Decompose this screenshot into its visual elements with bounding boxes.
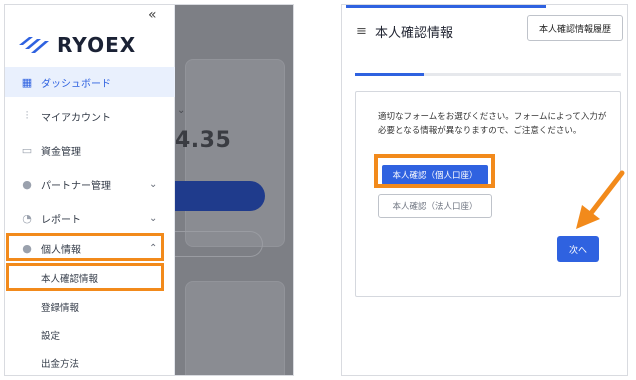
pie-chart-icon: ◔ [22, 211, 32, 225]
logo-wordmark: RYOEX [57, 33, 137, 57]
menu-icon[interactable]: ≡ [356, 24, 367, 39]
highlight-identity-verification [6, 263, 164, 291]
chevron-down-icon: ⌄ [149, 212, 158, 224]
sidebar-item-my-account[interactable]: ⫶ マイアカウント [5, 101, 175, 131]
sidebar-item-reports[interactable]: ◔ レポート ⌄ [5, 203, 175, 233]
background-pill [175, 231, 263, 257]
highlight-individual-account [374, 154, 495, 188]
wallet-icon: ▭ [21, 143, 33, 157]
step-progress-bar [355, 73, 621, 76]
background-card [185, 59, 285, 247]
sidebar-item-label: レポート [41, 214, 81, 226]
sidebar-item-label: パートナー管理 [41, 180, 111, 192]
sidebar-item-label: 資金管理 [41, 146, 81, 158]
left-screenshot: ⌄ 4.35 « RYOEX ▦ ダッシュボード ⫶ マイアカウント ▭ 資金管… [4, 4, 294, 376]
dashboard-icon: ▦ [21, 75, 33, 89]
step-progress-fill [355, 73, 425, 76]
logo-mark-icon [19, 37, 49, 53]
sidebar-item-dashboard[interactable]: ▦ ダッシュボード [5, 67, 175, 97]
sidebar-item-label: マイアカウント [41, 112, 111, 124]
history-button[interactable]: 本人確認情報履歴 [527, 15, 623, 41]
top-accent-line [346, 5, 546, 8]
highlight-personal-info [6, 233, 164, 261]
sidebar-item-label: ダッシュボード [41, 78, 111, 90]
subitem-withdrawal-method[interactable]: 出金方法 [41, 356, 79, 370]
partners-icon: ● [22, 177, 32, 191]
sidebar-item-partners[interactable]: ● パートナー管理 ⌄ [5, 169, 175, 199]
balance-amount: 4.35 [175, 128, 232, 153]
corporate-account-button[interactable]: 本人確認（法人口座） [378, 194, 492, 218]
dimmed-main-content: ⌄ 4.35 [175, 5, 293, 375]
background-card-2 [185, 281, 285, 375]
subitem-registration-info[interactable]: 登録情報 [41, 300, 79, 314]
next-button[interactable]: 次へ [557, 236, 599, 262]
chevron-down-icon: ⌄ [149, 178, 158, 190]
accounts-icon: ⫶ [25, 109, 29, 122]
background-button [175, 181, 265, 211]
page-title: 本人確認情報 [375, 26, 454, 41]
background-chevron: ⌄ [177, 105, 186, 116]
double-chevron-left-icon[interactable]: « [148, 7, 157, 23]
sidebar: « RYOEX ▦ ダッシュボード ⫶ マイアカウント ▭ 資金管理 ● パート… [5, 5, 175, 375]
arrow-pointer-icon [576, 170, 625, 229]
form-description: 適切なフォームをお選びください。フォームによって入力が必要となる情報が異なります… [378, 112, 607, 136]
logo: RYOEX [17, 33, 136, 57]
subitem-settings[interactable]: 設定 [41, 328, 60, 342]
sidebar-item-funds[interactable]: ▭ 資金管理 [5, 135, 175, 165]
